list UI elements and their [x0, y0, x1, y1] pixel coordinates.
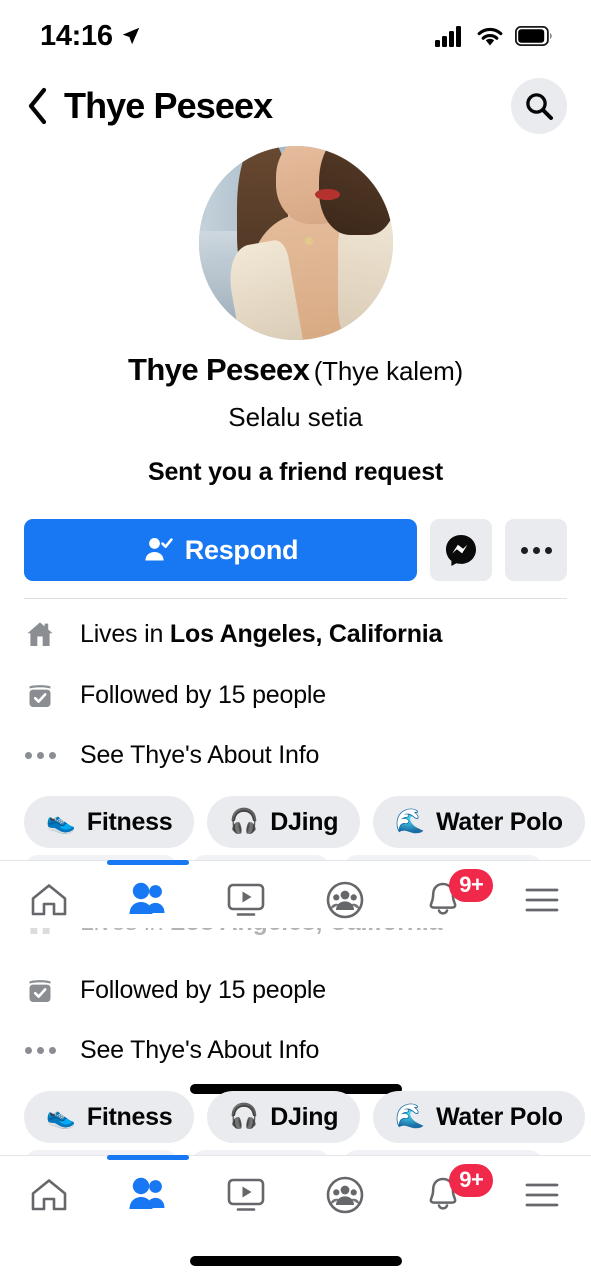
ellipsis-icon	[24, 1046, 56, 1054]
home-icon	[24, 618, 56, 650]
respond-button[interactable]: Respond	[24, 519, 417, 581]
followers-check-icon	[24, 679, 56, 711]
interest-chip-label: Water Polo	[436, 1102, 563, 1131]
nav-item-notifications[interactable]: 9+	[394, 861, 494, 939]
interest-chip-label: Fitness	[86, 1102, 173, 1131]
wifi-icon	[477, 27, 503, 45]
info-row-followers[interactable]: Followed by 15 people	[24, 673, 567, 717]
home-indicator	[189, 1256, 402, 1266]
nav-item-menu-2[interactable]	[493, 1156, 591, 1234]
interest-chips-2: 👟 Fitness 🎧 DJing 🌊 Water Polo	[24, 1091, 585, 1143]
nav-item-home[interactable]	[0, 861, 99, 939]
nav-item-groups-2[interactable]	[296, 1156, 395, 1234]
action-buttons: Respond	[24, 519, 567, 581]
interest-chip-label: DJing	[270, 807, 339, 836]
info-row-label: See Thye's About Info	[80, 740, 320, 769]
status-time: 14:16	[40, 19, 113, 52]
info-row-about[interactable]: See Thye's About Info	[24, 733, 567, 777]
info-row-label: Followed by 15 people	[80, 975, 326, 1004]
home-icon	[24, 928, 56, 938]
more-options-button[interactable]	[505, 519, 567, 581]
info-row-label: See Thye's About Info	[80, 1035, 320, 1064]
groups-icon	[326, 1176, 364, 1213]
location-arrow-icon	[122, 27, 139, 45]
interest-chip-label: DJing	[270, 1102, 339, 1131]
sneaker-icon: 👟	[46, 1103, 76, 1130]
bottom-navigation-bar: 9+	[0, 859, 591, 939]
page-title: Thye Peseex	[64, 85, 273, 126]
info-row-followers-2[interactable]: Followed by 15 people	[24, 968, 567, 1012]
friend-request-status: Sent you a friend request	[147, 458, 444, 486]
section-divider	[24, 598, 567, 599]
home-outline-icon	[31, 1178, 67, 1210]
bottom-navigation-bar-2: 9+	[0, 1154, 591, 1234]
avatar-image	[198, 146, 393, 340]
menu-hamburger-icon	[525, 888, 559, 911]
nav-item-video[interactable]	[197, 861, 296, 939]
interest-chip-label: Water Polo	[436, 807, 563, 836]
interest-chip-label: Fitness	[86, 807, 173, 836]
active-tab-indicator	[106, 859, 189, 865]
messenger-button[interactable]	[430, 519, 492, 581]
headphones-icon: 🎧	[229, 1103, 260, 1130]
status-bar-right	[435, 25, 553, 47]
interest-chip-water-polo[interactable]: 🌊 Water Polo	[373, 796, 585, 848]
battery-icon	[515, 26, 552, 46]
interest-chip-water-polo-2[interactable]: 🌊 Water Polo	[373, 1091, 585, 1143]
groups-icon	[326, 881, 364, 918]
status-bar: 14:16	[0, 0, 591, 72]
home-outline-icon	[31, 883, 67, 915]
info-row-label: Lives in Los Angeles, California	[80, 619, 443, 648]
followers-check-icon	[24, 974, 56, 1006]
search-button[interactable]	[511, 78, 567, 134]
ellipsis-icon	[24, 751, 56, 759]
nav-item-home-2[interactable]	[0, 1156, 99, 1234]
phone-screen: 14:16 Thye Peseex Thye Peseex (Thye kale…	[0, 0, 591, 1280]
profile-name-row: Thye Peseex (Thye kalem)	[0, 354, 591, 385]
person-check-icon	[145, 538, 173, 561]
interest-chips: 👟 Fitness 🎧 DJing 🌊 Water Polo	[24, 796, 585, 848]
friends-icon	[129, 1177, 165, 1209]
headphones-icon: 🎧	[229, 808, 260, 835]
profile-name: Thye Peseex	[128, 352, 310, 387]
search-icon	[526, 93, 553, 120]
interest-chip-fitness[interactable]: 👟 Fitness	[24, 796, 195, 848]
interest-chip-fitness-2[interactable]: 👟 Fitness	[24, 1091, 195, 1143]
menu-hamburger-icon	[525, 1183, 559, 1206]
avatar[interactable]	[198, 146, 393, 340]
wave-icon: 🌊	[395, 808, 426, 835]
page-header: Thye Peseex	[0, 72, 591, 140]
nav-item-groups[interactable]	[296, 861, 395, 939]
profile-alias: (Thye kalem)	[313, 356, 463, 386]
info-row-lives-in[interactable]: Lives in Los Angeles, California	[24, 612, 567, 656]
notification-badge: 9+	[449, 1163, 494, 1197]
nav-item-menu[interactable]	[493, 861, 591, 939]
nav-item-friends[interactable]	[99, 859, 198, 939]
chevron-left-icon	[28, 87, 47, 125]
video-icon	[227, 883, 265, 916]
messenger-icon	[446, 535, 476, 566]
info-row-label: Followed by 15 people	[80, 680, 326, 709]
interest-chip-djing[interactable]: 🎧 DJing	[207, 796, 361, 848]
interest-chip-djing-2[interactable]: 🎧 DJing	[207, 1091, 361, 1143]
nav-item-video-2[interactable]	[197, 1156, 296, 1234]
active-tab-indicator	[106, 1154, 189, 1160]
back-button[interactable]	[22, 86, 52, 126]
respond-button-label: Respond	[184, 534, 299, 565]
info-row-about-2[interactable]: See Thye's About Info	[24, 1028, 567, 1072]
sneaker-icon: 👟	[46, 808, 76, 835]
profile-bio: Selalu setia	[228, 402, 363, 432]
nav-item-friends-2[interactable]	[99, 1154, 198, 1234]
friends-icon	[129, 882, 165, 914]
info-row-label: Lives in Los Angeles, California	[80, 928, 442, 937]
clipped-info-row-lives-in: Lives in Los Angeles, California	[24, 928, 567, 950]
ellipsis-icon	[520, 546, 552, 554]
video-icon	[227, 1178, 265, 1211]
nav-item-notifications-2[interactable]: 9+	[394, 1156, 494, 1234]
status-bar-left: 14:16	[40, 20, 142, 53]
wave-icon: 🌊	[395, 1103, 426, 1130]
cellular-bars-icon	[435, 26, 461, 47]
notification-badge: 9+	[449, 868, 494, 902]
